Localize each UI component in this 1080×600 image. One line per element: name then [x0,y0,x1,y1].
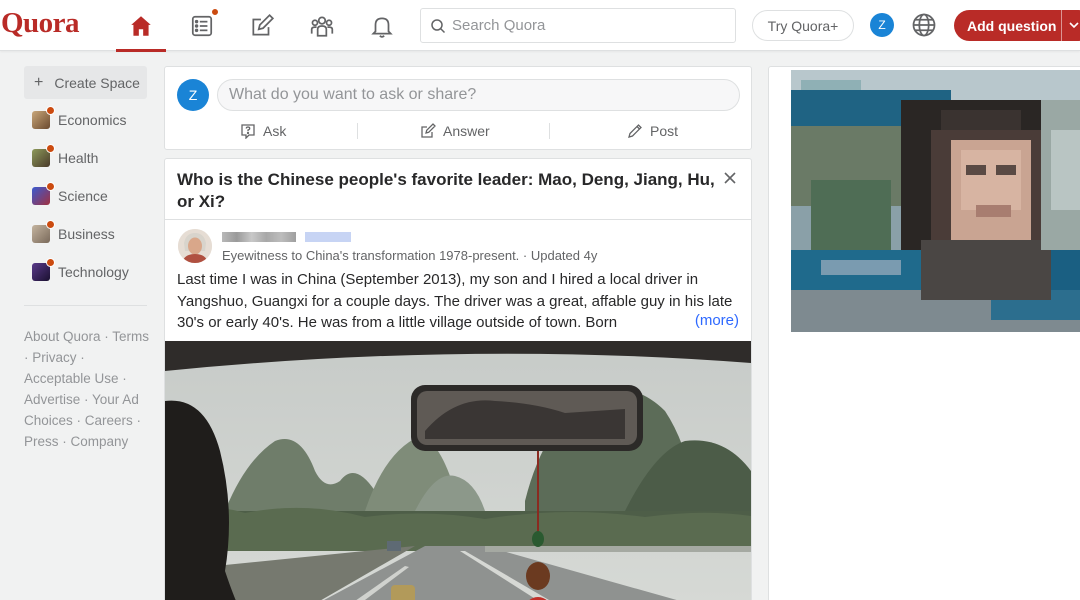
post-pen-icon [628,124,642,138]
sidebar-ad [768,66,1080,600]
home-icon [131,16,151,36]
top-navigation-bar: Quora Search Quora Try Quora+ Z Add ques… [0,0,1080,52]
question-title[interactable]: Who is the Chinese people's favorite lea… [177,169,717,213]
post-label: Post [650,123,679,139]
economics-topic-icon [32,106,55,129]
unread-dot [46,258,55,267]
spaces-button[interactable] [299,4,345,48]
home-button[interactable] [116,4,166,52]
add-question-button[interactable]: Add question [954,10,1080,41]
notifications-button[interactable] [359,4,405,48]
sidebar-item-label: Business [58,226,115,242]
technology-topic-icon [32,258,55,281]
bell-icon [371,17,393,38]
close-icon[interactable] [721,169,739,187]
answer-photo[interactable] [165,341,751,600]
button-divider [1061,10,1062,41]
author-photo [178,229,212,263]
feed-answer-card: Who is the Chinese people's favorite lea… [164,158,752,600]
unread-dot [46,144,55,153]
sidebar-divider [24,305,147,306]
sidebar-item-business[interactable]: Business [24,215,148,253]
more-link[interactable]: (more) [672,312,739,329]
sidebar-item-health[interactable]: Health [24,139,148,177]
unread-dot [46,182,55,191]
ask-label: Ask [263,123,287,139]
add-question-label: Add question [967,17,1057,34]
sidebar-item-technology[interactable]: Technology [24,253,148,291]
footer-links[interactable]: About Quora · Terms · Privacy · Acceptab… [24,326,152,452]
science-topic-icon [32,182,55,205]
unread-dot [46,106,55,115]
composer-avatar[interactable]: Z [177,79,209,111]
answer-pencil-icon [252,13,275,36]
ask-button[interactable]: Ask [240,120,286,142]
create-space-button[interactable]: + Create Space [24,66,147,99]
author-avatar[interactable] [178,229,212,263]
left-sidebar: + Create Space Economics Health Science … [24,66,149,452]
plus-icon: + [34,73,44,91]
sidebar-item-economics[interactable]: Economics [24,101,148,139]
card-divider [165,219,751,220]
ad-image[interactable] [791,70,1080,332]
sidebar-item-science[interactable]: Science [24,177,148,215]
action-divider [549,123,550,139]
car-windshield-photo [165,341,751,600]
following-list-icon [191,15,213,37]
ask-question-icon [241,124,255,139]
author-credential: Eyewitness to China's transformation 197… [222,248,598,263]
following-button[interactable] [179,4,225,48]
sidebar-item-label: Technology [58,264,129,280]
pixelated-ad-image [791,70,1080,332]
answer-excerpt[interactable]: Last time I was in China (September 2013… [177,269,743,335]
unread-dot [46,220,55,229]
sidebar-item-label: Science [58,188,108,204]
ask-share-input[interactable]: What do you want to ask or share? [217,79,740,111]
sidebar-item-label: Economics [58,112,127,128]
search-box[interactable] [420,8,736,43]
search-icon [431,18,446,33]
action-divider [357,123,358,139]
quora-logo[interactable]: Quora [1,7,80,40]
business-topic-icon [32,220,55,243]
answer-pencil-icon [421,123,436,138]
post-button[interactable]: Post [627,120,678,142]
answer-button[interactable]: Answer [420,120,490,142]
search-input[interactable] [452,17,722,34]
notification-dot [211,8,219,16]
create-space-label: Create Space [54,74,140,91]
answer-label: Answer [443,123,490,139]
user-avatar[interactable]: Z [870,13,894,37]
spaces-people-icon [310,16,334,37]
follow-link-redacted [305,232,351,242]
answer-nav-button[interactable] [239,4,285,48]
globe-icon[interactable] [910,11,938,39]
health-topic-icon [32,144,55,167]
chevron-down-icon[interactable] [1068,19,1080,31]
ask-composer: Z What do you want to ask or share? Ask … [164,66,752,150]
try-quora-plus-button[interactable]: Try Quora+ [752,10,854,41]
author-name-redacted [222,232,296,242]
sidebar-item-label: Health [58,150,99,166]
